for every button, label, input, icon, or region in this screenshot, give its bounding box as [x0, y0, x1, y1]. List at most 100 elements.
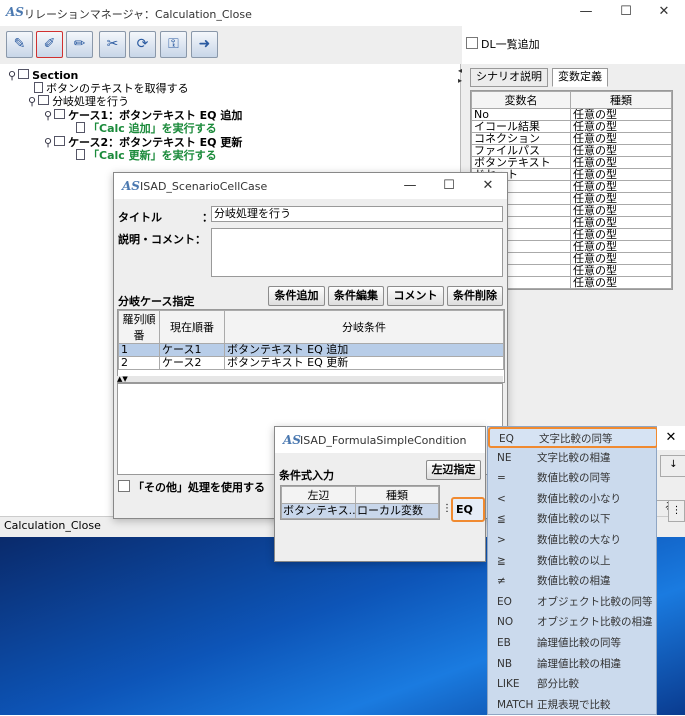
operator-option[interactable]: ≠ 数値比較の相違 — [488, 571, 658, 592]
operator-option[interactable]: > 数値比較の大なり — [488, 530, 658, 551]
variable-name-cell[interactable]: イコール結果 — [471, 120, 571, 133]
title-input[interactable]: 分岐処理を行う — [211, 206, 503, 222]
operator-option[interactable]: LIKE 部分比較 — [488, 674, 658, 695]
case-order-cell[interactable]: 1 — [118, 343, 160, 357]
edit-condition-button[interactable]: 条件編集 — [328, 286, 384, 306]
close-button[interactable]: ✕ — [478, 178, 498, 193]
down-arrow-button[interactable]: ↓ — [660, 455, 685, 477]
tree-node-calc-add[interactable]: 「Calc 追加」を実行する — [76, 122, 217, 135]
case-current-cell[interactable]: ケース1 — [159, 343, 225, 357]
col-left[interactable]: 左辺 — [281, 486, 356, 504]
left-value-cell[interactable]: ボタンテキス... — [281, 503, 356, 519]
maximize-button[interactable]: ☐ — [616, 4, 636, 19]
close-button[interactable]: ✕ — [654, 4, 674, 19]
comment-textarea[interactable] — [211, 228, 503, 277]
case-dialog-titlebar: AS ISAD_ScenarioCellCase — ☐ ✕ — [114, 173, 507, 199]
variable-type-cell[interactable]: 任意の型 — [570, 156, 672, 169]
operator-option[interactable]: EQ 文字比較の同等 — [488, 427, 658, 448]
document-icon — [76, 122, 85, 133]
dl-checkbox[interactable]: DL一覧追加 — [466, 36, 606, 54]
operator-field[interactable]: EQ — [451, 497, 485, 522]
operator-option[interactable]: ≦ 数値比較の以下 — [488, 509, 658, 530]
tab-scenario-description[interactable]: シナリオ説明 — [470, 68, 548, 87]
case-order-cell[interactable]: 2 — [118, 356, 160, 370]
variable-name-cell[interactable]: ボタンテキスト — [471, 156, 571, 169]
col-current-order[interactable]: 現在順番 — [159, 310, 225, 344]
spin-icon[interactable]: ⋮ — [668, 500, 685, 522]
specify-left-button[interactable]: 左辺指定 — [426, 460, 481, 480]
tree-node-case2[interactable]: ⚲ ケース2：ボタンテキスト EQ 更新 — [44, 136, 242, 149]
case-current-cell[interactable]: ケース2 — [159, 356, 225, 370]
pencil-icon[interactable]: ✎ — [6, 31, 33, 58]
variable-type-cell[interactable]: 任意の型 — [570, 216, 672, 229]
variable-type-cell[interactable]: 任意の型 — [570, 192, 672, 205]
operator-option[interactable]: NB 論理値比較の相違 — [488, 654, 658, 675]
table-row[interactable]: 1 ケース1 ボタンテキスト EQ 追加 — [118, 343, 504, 357]
maximize-button[interactable]: ☐ — [439, 178, 459, 193]
col-variable-name[interactable]: 変数名 — [471, 91, 571, 109]
tree-node-get-text[interactable]: ボタンのテキストを取得する — [34, 82, 189, 95]
operator-option[interactable]: EO オブジェクト比較の同等 — [488, 592, 658, 613]
variable-type-cell[interactable]: 任意の型 — [570, 120, 672, 133]
delete-condition-button[interactable]: 条件削除 — [447, 286, 503, 306]
table-row[interactable]: 2 ケース2 ボタンテキスト EQ 更新 — [118, 356, 504, 370]
variable-type-cell[interactable]: 任意の型 — [570, 144, 672, 157]
operator-dropdown[interactable]: EQ 文字比較の同等 NE 文字比較の相違 = 数値比較の同等 < 数値比較の小なり ≦ 数値比較… — [487, 426, 658, 716]
variable-type-cell[interactable]: 任意の型 — [570, 108, 672, 121]
case-cond-cell[interactable]: ボタンテキスト EQ 追加 — [224, 343, 504, 357]
variable-type-cell[interactable]: 任意の型 — [570, 240, 672, 253]
variable-type-cell[interactable]: 任意の型 — [570, 180, 672, 193]
variable-name-cell[interactable]: ファイルパス — [471, 144, 571, 157]
formula-table[interactable]: 左辺 種類 ボタンテキス... ローカル変数 — [280, 485, 440, 520]
variable-type-cell[interactable]: 任意の型 — [570, 204, 672, 217]
operator-option[interactable]: ≧ 数値比較の以上 — [488, 551, 658, 572]
other-checkbox[interactable]: 「その他」処理を使用する — [118, 479, 265, 495]
col-condition[interactable]: 分岐条件 — [224, 310, 504, 344]
close-dropdown-icon[interactable]: ✕ — [657, 426, 685, 450]
variable-type-cell[interactable]: 任意の型 — [570, 228, 672, 241]
variable-type-cell[interactable]: 任意の型 — [570, 132, 672, 145]
operator-option[interactable]: EB 論理値比較の同等 — [488, 633, 658, 654]
minimize-button[interactable]: — — [576, 4, 596, 19]
minimize-button[interactable]: — — [400, 178, 420, 193]
col-order[interactable]: 羅列順番 — [118, 310, 160, 344]
export-icon[interactable]: ➜ — [191, 31, 218, 58]
collapse-right-icon[interactable]: ▸ — [458, 76, 462, 85]
operator-option[interactable]: NE 文字比較の相違 — [488, 448, 658, 469]
tree-node-section[interactable]: ⚲ Section — [8, 69, 78, 82]
variable-type-cell[interactable]: 任意の型 — [570, 264, 672, 277]
type-value-cell[interactable]: ローカル変数 — [355, 503, 439, 519]
add-condition-button[interactable]: 条件追加 — [268, 286, 325, 306]
table-row[interactable]: ファイルパス 任意の型 — [471, 144, 672, 157]
tab-variable-definition[interactable]: 変数定義 — [552, 68, 608, 87]
variable-type-cell[interactable]: 任意の型 — [570, 252, 672, 265]
tree-node-case1[interactable]: ⚲ ケース1：ボタンテキスト EQ 追加 — [44, 109, 242, 122]
variable-type-cell[interactable]: 任意の型 — [570, 168, 672, 181]
refresh-icon[interactable]: ⟳ — [129, 31, 156, 58]
col-type[interactable]: 種類 — [355, 486, 439, 504]
comment-button[interactable]: コメント — [387, 286, 444, 306]
key-icon[interactable]: ⚿ — [160, 31, 187, 58]
col-variable-type[interactable]: 種類 — [570, 91, 672, 109]
pin-icon: ⚲ — [44, 136, 53, 149]
case-cond-cell[interactable]: ボタンテキスト EQ 更新 — [224, 356, 504, 370]
variable-type-cell[interactable]: 任意の型 — [570, 276, 672, 289]
table-row[interactable]: イコール結果 任意の型 — [471, 120, 672, 133]
operator-option[interactable]: NO オブジェクト比較の相違 — [488, 612, 658, 633]
operator-option[interactable]: < 数値比較の小なり — [488, 489, 658, 510]
table-row[interactable]: コネクション 任意の型 — [471, 132, 672, 145]
collapse-left-icon[interactable]: ◂ — [458, 66, 462, 75]
splitter-handle[interactable]: ▲▼ — [117, 376, 503, 383]
edit-icon[interactable]: ✐ — [36, 31, 63, 58]
table-row[interactable]: No 任意の型 — [471, 108, 672, 121]
table-row[interactable]: ボタンテキスト 任意の型 — [471, 156, 672, 169]
variable-name-cell[interactable]: コネクション — [471, 132, 571, 145]
brush-icon[interactable]: ✏ — [66, 31, 93, 58]
case-table[interactable]: 羅列順番 現在順番 分岐条件 1 ケース1 ボタンテキスト EQ 追加 2 ケース2 ボタ… — [117, 309, 505, 383]
operator-option[interactable]: = 数値比較の同等 — [488, 468, 658, 489]
variable-name-cell[interactable]: No — [471, 108, 571, 121]
operator-option[interactable]: MATCH 正規表現で比較 — [488, 695, 658, 716]
tree-node-calc-update[interactable]: 「Calc 更新」を実行する — [76, 149, 217, 162]
tools-icon[interactable]: ✂ — [99, 31, 126, 58]
tree-node-branch[interactable]: ⚲ 分岐処理を行う — [28, 95, 129, 108]
